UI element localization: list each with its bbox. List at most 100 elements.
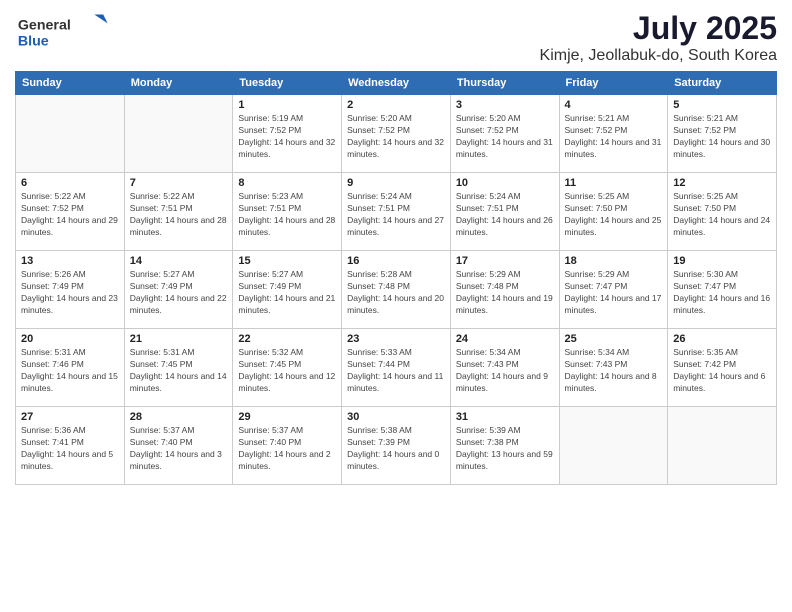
cell-sunset: Sunset: 7:51 PM (347, 203, 410, 213)
cell-daylight: Daylight: 14 hours and 31 minutes. (565, 137, 662, 159)
cell-sunset: Sunset: 7:49 PM (238, 281, 301, 291)
table-row: 14 Sunrise: 5:27 AM Sunset: 7:49 PM Dayl… (124, 251, 233, 329)
cell-info: Sunrise: 5:29 AM Sunset: 7:47 PM Dayligh… (565, 269, 663, 317)
cell-sunrise: Sunrise: 5:24 AM (347, 191, 412, 201)
cell-daylight: Daylight: 14 hours and 5 minutes. (21, 449, 113, 471)
cell-info: Sunrise: 5:28 AM Sunset: 7:48 PM Dayligh… (347, 269, 445, 317)
cell-sunrise: Sunrise: 5:21 AM (565, 113, 630, 123)
cell-info: Sunrise: 5:31 AM Sunset: 7:45 PM Dayligh… (130, 347, 228, 395)
cell-day-number: 14 (130, 255, 228, 267)
cell-sunrise: Sunrise: 5:20 AM (456, 113, 521, 123)
table-row: 23 Sunrise: 5:33 AM Sunset: 7:44 PM Dayl… (342, 329, 451, 407)
cell-sunset: Sunset: 7:48 PM (347, 281, 410, 291)
cell-day-number: 15 (238, 255, 336, 267)
page-header: General Blue July 2025 Kimje, Jeollabuk-… (15, 10, 777, 65)
cell-info: Sunrise: 5:37 AM Sunset: 7:40 PM Dayligh… (238, 425, 336, 473)
cell-day-number: 31 (456, 411, 554, 423)
cell-daylight: Daylight: 14 hours and 30 minutes. (673, 137, 770, 159)
cell-info: Sunrise: 5:22 AM Sunset: 7:52 PM Dayligh… (21, 191, 119, 239)
cell-info: Sunrise: 5:26 AM Sunset: 7:49 PM Dayligh… (21, 269, 119, 317)
cell-sunset: Sunset: 7:43 PM (456, 359, 519, 369)
cell-sunset: Sunset: 7:47 PM (673, 281, 736, 291)
cell-info: Sunrise: 5:25 AM Sunset: 7:50 PM Dayligh… (673, 191, 771, 239)
cell-sunrise: Sunrise: 5:29 AM (456, 269, 521, 279)
logo: General Blue (15, 10, 115, 50)
cell-sunrise: Sunrise: 5:39 AM (456, 425, 521, 435)
cell-day-number: 22 (238, 333, 336, 345)
cell-info: Sunrise: 5:19 AM Sunset: 7:52 PM Dayligh… (238, 113, 336, 161)
cell-sunset: Sunset: 7:42 PM (673, 359, 736, 369)
calendar-title: July 2025 (540, 10, 777, 47)
cell-sunset: Sunset: 7:48 PM (456, 281, 519, 291)
cell-sunset: Sunset: 7:41 PM (21, 437, 84, 447)
table-row (559, 407, 668, 485)
cell-daylight: Daylight: 14 hours and 0 minutes. (347, 449, 439, 471)
table-row: 6 Sunrise: 5:22 AM Sunset: 7:52 PM Dayli… (16, 173, 125, 251)
cell-sunset: Sunset: 7:51 PM (238, 203, 301, 213)
cell-daylight: Daylight: 14 hours and 25 minutes. (565, 215, 662, 237)
cell-sunset: Sunset: 7:49 PM (130, 281, 193, 291)
cell-sunrise: Sunrise: 5:26 AM (21, 269, 86, 279)
cell-daylight: Daylight: 14 hours and 11 minutes. (347, 371, 443, 393)
calendar-table: Sunday Monday Tuesday Wednesday Thursday… (15, 71, 777, 485)
cell-daylight: Daylight: 14 hours and 15 minutes. (21, 371, 118, 393)
cell-sunset: Sunset: 7:49 PM (21, 281, 84, 291)
cell-sunrise: Sunrise: 5:35 AM (673, 347, 738, 357)
cell-sunset: Sunset: 7:40 PM (130, 437, 193, 447)
cell-sunrise: Sunrise: 5:36 AM (21, 425, 86, 435)
svg-text:General: General (18, 18, 71, 34)
cell-sunset: Sunset: 7:52 PM (21, 203, 84, 213)
cell-daylight: Daylight: 14 hours and 8 minutes. (565, 371, 657, 393)
cell-day-number: 1 (238, 99, 336, 111)
cell-info: Sunrise: 5:29 AM Sunset: 7:48 PM Dayligh… (456, 269, 554, 317)
cell-info: Sunrise: 5:38 AM Sunset: 7:39 PM Dayligh… (347, 425, 445, 473)
cell-info: Sunrise: 5:35 AM Sunset: 7:42 PM Dayligh… (673, 347, 771, 395)
table-row: 21 Sunrise: 5:31 AM Sunset: 7:45 PM Dayl… (124, 329, 233, 407)
cell-daylight: Daylight: 14 hours and 3 minutes. (130, 449, 222, 471)
table-row: 10 Sunrise: 5:24 AM Sunset: 7:51 PM Dayl… (450, 173, 559, 251)
table-row (668, 407, 777, 485)
cell-daylight: Daylight: 14 hours and 14 minutes. (130, 371, 227, 393)
cell-sunrise: Sunrise: 5:20 AM (347, 113, 412, 123)
table-row: 12 Sunrise: 5:25 AM Sunset: 7:50 PM Dayl… (668, 173, 777, 251)
cell-daylight: Daylight: 14 hours and 12 minutes. (238, 371, 335, 393)
cell-sunrise: Sunrise: 5:34 AM (565, 347, 630, 357)
cell-info: Sunrise: 5:27 AM Sunset: 7:49 PM Dayligh… (130, 269, 228, 317)
calendar-week-row: 6 Sunrise: 5:22 AM Sunset: 7:52 PM Dayli… (16, 173, 777, 251)
cell-day-number: 18 (565, 255, 663, 267)
table-row: 28 Sunrise: 5:37 AM Sunset: 7:40 PM Dayl… (124, 407, 233, 485)
table-row (16, 95, 125, 173)
cell-daylight: Daylight: 14 hours and 28 minutes. (130, 215, 227, 237)
cell-info: Sunrise: 5:34 AM Sunset: 7:43 PM Dayligh… (565, 347, 663, 395)
cell-info: Sunrise: 5:22 AM Sunset: 7:51 PM Dayligh… (130, 191, 228, 239)
svg-text:Blue: Blue (18, 34, 49, 50)
cell-sunset: Sunset: 7:40 PM (238, 437, 301, 447)
cell-daylight: Daylight: 14 hours and 26 minutes. (456, 215, 553, 237)
cell-info: Sunrise: 5:20 AM Sunset: 7:52 PM Dayligh… (347, 113, 445, 161)
cell-day-number: 3 (456, 99, 554, 111)
table-row: 13 Sunrise: 5:26 AM Sunset: 7:49 PM Dayl… (16, 251, 125, 329)
cell-sunset: Sunset: 7:45 PM (130, 359, 193, 369)
header-wednesday: Wednesday (342, 72, 451, 95)
cell-day-number: 20 (21, 333, 119, 345)
table-row: 18 Sunrise: 5:29 AM Sunset: 7:47 PM Dayl… (559, 251, 668, 329)
cell-info: Sunrise: 5:27 AM Sunset: 7:49 PM Dayligh… (238, 269, 336, 317)
cell-day-number: 9 (347, 177, 445, 189)
cell-day-number: 27 (21, 411, 119, 423)
cell-info: Sunrise: 5:24 AM Sunset: 7:51 PM Dayligh… (347, 191, 445, 239)
cell-sunset: Sunset: 7:43 PM (565, 359, 628, 369)
cell-daylight: Daylight: 14 hours and 9 minutes. (456, 371, 548, 393)
cell-info: Sunrise: 5:24 AM Sunset: 7:51 PM Dayligh… (456, 191, 554, 239)
calendar-week-row: 27 Sunrise: 5:36 AM Sunset: 7:41 PM Dayl… (16, 407, 777, 485)
table-row: 8 Sunrise: 5:23 AM Sunset: 7:51 PM Dayli… (233, 173, 342, 251)
cell-sunrise: Sunrise: 5:34 AM (456, 347, 521, 357)
cell-sunrise: Sunrise: 5:32 AM (238, 347, 303, 357)
table-row: 16 Sunrise: 5:28 AM Sunset: 7:48 PM Dayl… (342, 251, 451, 329)
cell-daylight: Daylight: 14 hours and 32 minutes. (347, 137, 444, 159)
cell-sunset: Sunset: 7:52 PM (347, 125, 410, 135)
table-row: 15 Sunrise: 5:27 AM Sunset: 7:49 PM Dayl… (233, 251, 342, 329)
cell-daylight: Daylight: 14 hours and 17 minutes. (565, 293, 662, 315)
table-row: 1 Sunrise: 5:19 AM Sunset: 7:52 PM Dayli… (233, 95, 342, 173)
cell-daylight: Daylight: 14 hours and 21 minutes. (238, 293, 335, 315)
table-row: 9 Sunrise: 5:24 AM Sunset: 7:51 PM Dayli… (342, 173, 451, 251)
